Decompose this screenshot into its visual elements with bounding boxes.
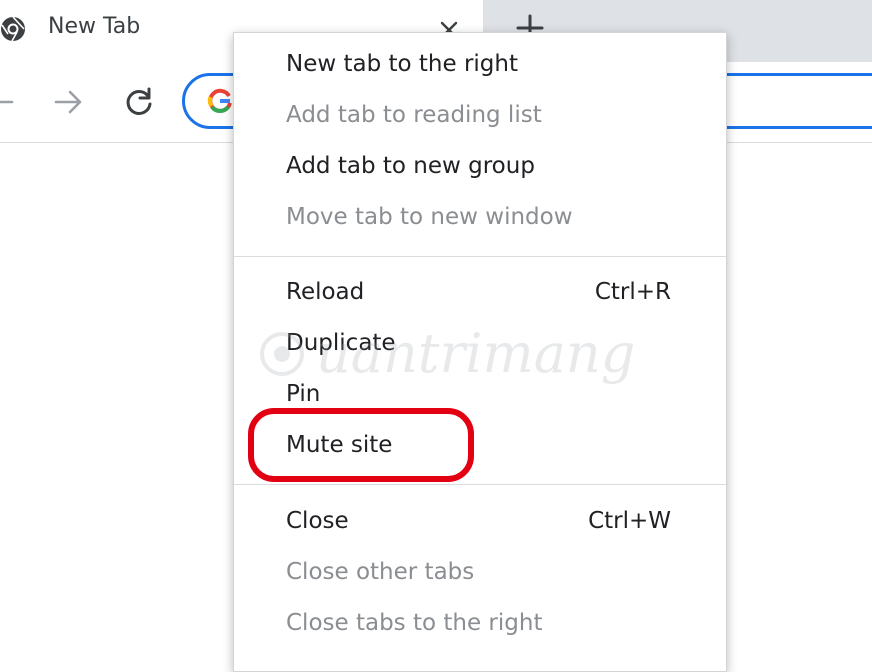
menu-item-close-other-tabs: Close other tabs (234, 551, 726, 602)
menu-item-close-tabs-to-the-right: Close tabs to the right (234, 602, 726, 653)
menu-item-add-tab-to-new-group[interactable]: Add tab to new group (234, 145, 726, 196)
menu-item-label: Close other tabs (286, 559, 475, 585)
chrome-icon (0, 16, 26, 42)
menu-item-shortcut: Ctrl+R (594, 279, 671, 305)
menu-item-label: Add tab to new group (286, 153, 535, 179)
menu-item-duplicate[interactable]: Duplicate (234, 322, 726, 373)
menu-item-label: Close (286, 508, 349, 534)
menu-item-shortcut: Ctrl+W (588, 508, 671, 534)
back-arrow-icon[interactable] (0, 84, 14, 120)
menu-item-reload[interactable]: Reload Ctrl+R (234, 271, 726, 322)
menu-item-label: Duplicate (286, 330, 396, 356)
menu-separator (234, 256, 726, 257)
menu-item-pin[interactable]: Pin (234, 373, 726, 424)
menu-item-label: New tab to the right (286, 51, 518, 77)
menu-item-label: Add tab to reading list (286, 102, 542, 128)
menu-separator (234, 484, 726, 485)
menu-item-mute-site[interactable]: Mute site (234, 424, 726, 475)
menu-item-label: Move tab to new window (286, 204, 573, 230)
menu-item-label: Pin (286, 381, 321, 407)
google-g-icon (207, 88, 233, 114)
menu-item-move-tab-to-new-window: Move tab to new window (234, 196, 726, 247)
tab-context-menu: New tab to the right Add tab to reading … (233, 32, 727, 672)
menu-item-label: Close tabs to the right (286, 610, 543, 636)
menu-item-new-tab-to-the-right[interactable]: New tab to the right (234, 43, 726, 94)
menu-item-label: Mute site (286, 432, 393, 458)
menu-item-add-tab-to-reading-list: Add tab to reading list (234, 94, 726, 145)
forward-arrow-icon[interactable] (52, 84, 86, 120)
menu-item-label: Reload (286, 279, 365, 305)
reload-icon[interactable] (122, 84, 156, 120)
menu-item-close[interactable]: Close Ctrl+W (234, 500, 726, 551)
tab-title: New Tab (48, 14, 141, 39)
